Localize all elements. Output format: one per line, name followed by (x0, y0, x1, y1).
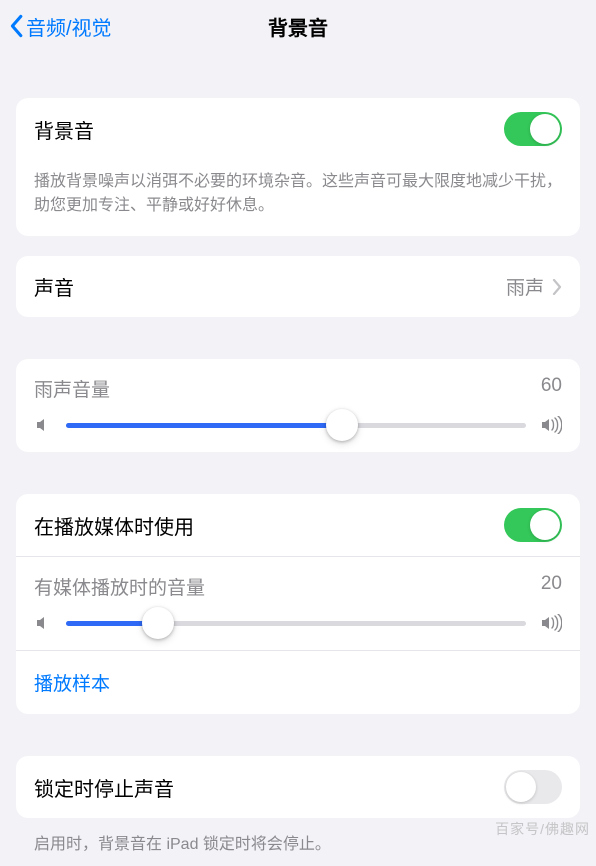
group-lock: 锁定时停止声音 (16, 756, 580, 818)
chevron-right-icon (552, 279, 562, 295)
media-volume-label: 有媒体播放时的音量 (34, 573, 205, 600)
stop-when-locked-toggle[interactable] (504, 770, 562, 804)
rain-volume-slider[interactable] (66, 423, 526, 428)
sound-label: 声音 (34, 272, 74, 301)
chevron-left-icon (8, 14, 24, 38)
group-main-toggle: 背景音 播放背景噪声以消弭不必要的环境杂音。这些声音可最大限度地减少干扰，助您更… (16, 98, 580, 236)
row-play-sample[interactable]: 播放样本 (16, 650, 580, 714)
page-title: 背景音 (268, 12, 328, 41)
back-button[interactable]: 音频/视觉 (8, 12, 112, 41)
media-volume-value: 20 (541, 573, 562, 600)
group-sound: 声音 雨声 (16, 256, 580, 317)
play-sample-link: 播放样本 (34, 674, 110, 695)
watermark: 百家号/佛趣网 (495, 819, 590, 839)
row-sound-picker[interactable]: 声音 雨声 (16, 256, 580, 317)
back-label: 音频/视觉 (26, 12, 112, 41)
volume-high-icon (540, 416, 562, 434)
volume-high-icon (540, 614, 562, 632)
stop-when-locked-label: 锁定时停止声音 (34, 773, 174, 802)
volume-low-icon (34, 416, 52, 434)
use-with-media-label: 在播放媒体时使用 (34, 511, 194, 540)
use-with-media-toggle[interactable] (504, 508, 562, 542)
rain-volume-value: 60 (541, 375, 562, 402)
group-rain-volume: 雨声音量 60 (16, 359, 580, 452)
media-volume-slider[interactable] (66, 621, 526, 626)
row-use-with-media: 在播放媒体时使用 (16, 494, 580, 556)
row-stop-when-locked: 锁定时停止声音 (16, 756, 580, 818)
group-media: 在播放媒体时使用 有媒体播放时的音量 20 播放样本 (16, 494, 580, 714)
background-sound-label: 背景音 (34, 115, 94, 144)
nav-bar: 音频/视觉 背景音 (0, 0, 596, 52)
background-sound-footer: 播放背景噪声以消弭不必要的环境杂音。这些声音可最大限度地减少干扰，助您更加专注、… (16, 160, 580, 236)
volume-low-icon (34, 614, 52, 632)
rain-volume-label: 雨声音量 (34, 375, 110, 402)
row-background-sound: 背景音 (16, 98, 580, 160)
background-sound-toggle[interactable] (504, 112, 562, 146)
sound-value: 雨声 (506, 273, 544, 300)
